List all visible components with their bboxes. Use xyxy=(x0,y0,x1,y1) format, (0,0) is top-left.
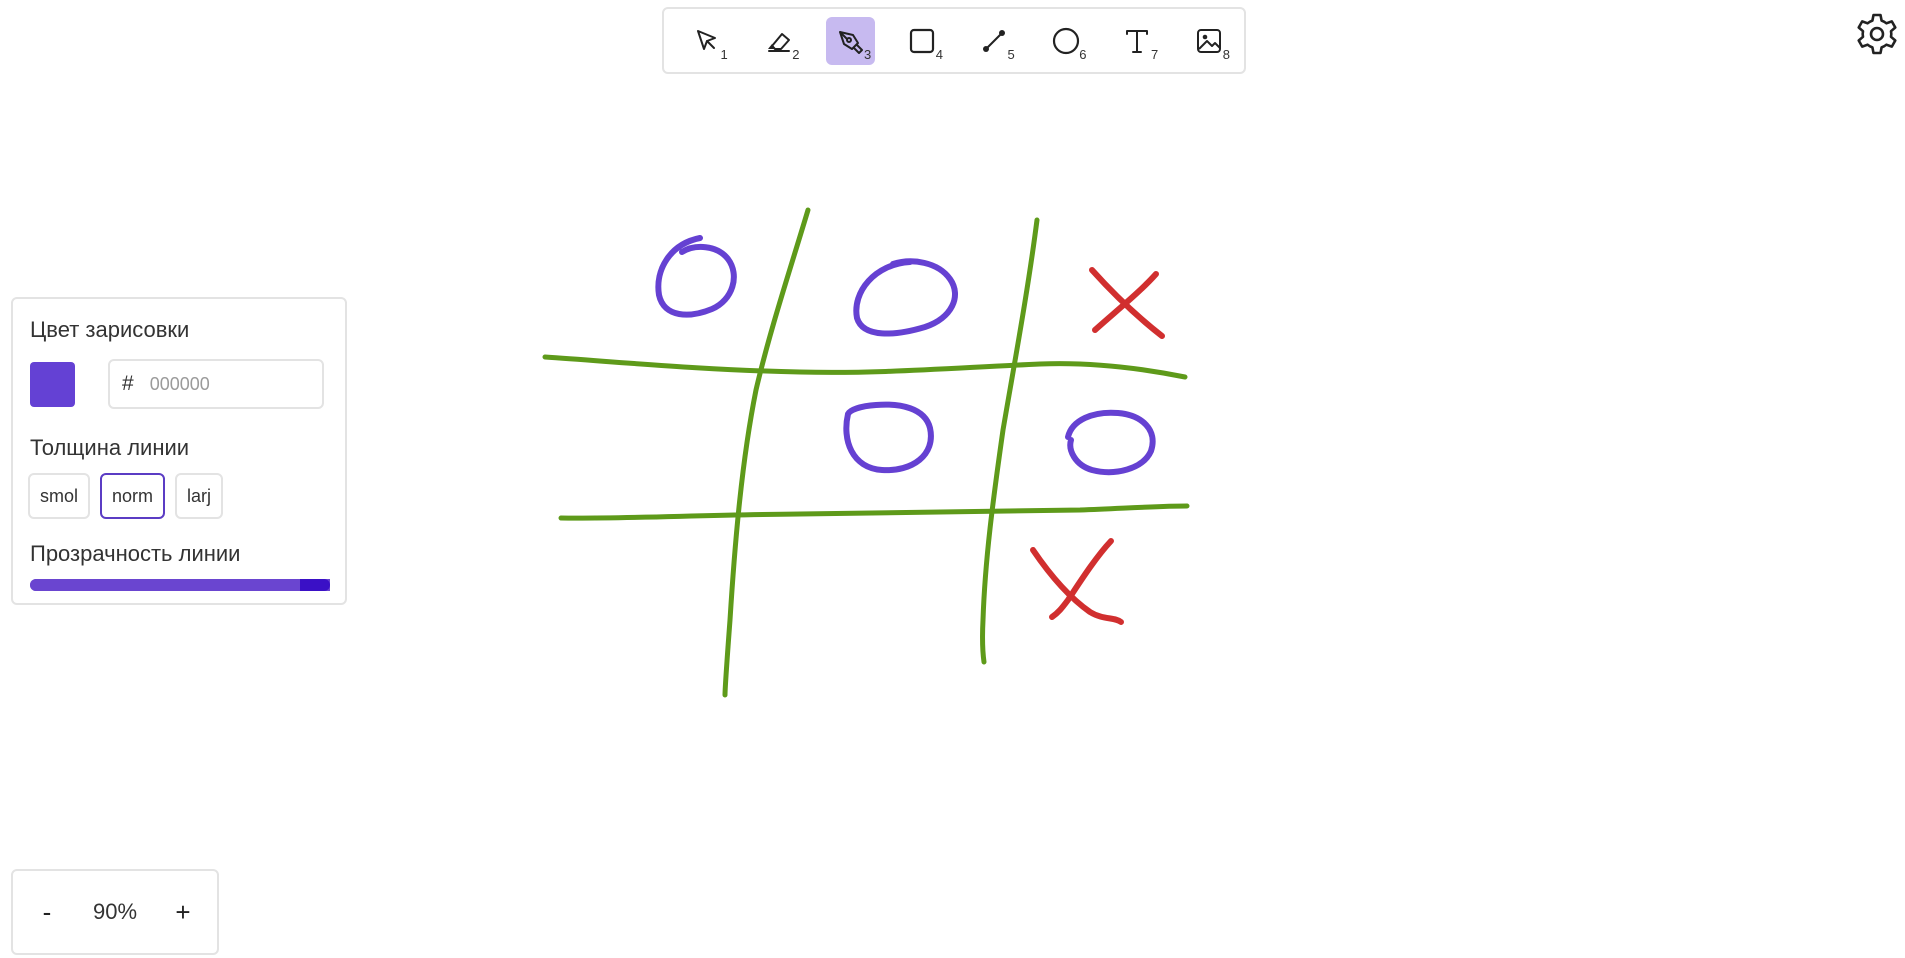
settings-button[interactable] xyxy=(1853,10,1901,58)
o-mark-middle-right xyxy=(1065,409,1156,476)
color-row: # xyxy=(30,359,330,409)
thickness-larj-button[interactable]: larj xyxy=(175,473,224,519)
o-mark-top-left xyxy=(655,235,737,318)
text-t-icon xyxy=(1126,29,1149,53)
eraser-icon xyxy=(767,32,790,52)
hex-hash-label: # xyxy=(122,372,134,395)
tool-select[interactable]: 1 xyxy=(682,17,732,65)
o-mark-top-middle xyxy=(853,258,958,337)
style-panel: Цвет зарисовки # Толщина линии smol norm… xyxy=(11,297,347,605)
image-icon xyxy=(1197,28,1222,53)
square-icon xyxy=(910,28,935,53)
tool-ellipse[interactable]: 6 xyxy=(1041,17,1091,65)
opacity-slider-fill xyxy=(30,579,330,591)
tool-shortcut: 4 xyxy=(935,46,943,62)
pen-nib-icon xyxy=(839,30,864,54)
line-icon xyxy=(982,29,1005,52)
tool-eraser[interactable]: 2 xyxy=(754,17,804,65)
stroke-color-label: Цвет зарисовки xyxy=(30,317,190,342)
line-opacity-label: Прозрачность линии xyxy=(30,541,241,566)
opacity-slider-thumb[interactable] xyxy=(300,579,330,591)
zoom-level: 90% xyxy=(92,899,138,924)
tool-shortcut: 8 xyxy=(1222,46,1230,62)
o-mark-center xyxy=(843,401,934,474)
tool-shortcut: 1 xyxy=(720,46,728,62)
opacity-slider[interactable] xyxy=(30,579,330,591)
circle-icon xyxy=(1052,27,1079,54)
zoom-out-button[interactable]: - xyxy=(31,896,63,929)
hex-color-field: # xyxy=(108,359,324,409)
color-swatch[interactable] xyxy=(30,361,75,407)
thickness-norm-button[interactable]: norm xyxy=(100,473,166,519)
thickness-smol-button[interactable]: smol xyxy=(28,473,91,519)
tool-toolbar: 1 2 3 4 5 6 7 8 xyxy=(662,7,1246,74)
tool-shortcut: 2 xyxy=(792,46,800,62)
tool-image[interactable]: 8 xyxy=(1184,17,1234,65)
tool-text[interactable]: 7 xyxy=(1113,17,1163,65)
grid-horizontal-line-top xyxy=(542,354,1188,380)
tool-shortcut: 5 xyxy=(1007,46,1015,62)
hex-color-input[interactable] xyxy=(147,372,292,396)
line-thickness-label: Толщина линии xyxy=(30,435,190,460)
grid-vertical-line-right xyxy=(980,217,1040,665)
tool-shortcut: 7 xyxy=(1151,46,1159,62)
zoom-in-button[interactable]: + xyxy=(167,896,199,929)
grid-horizontal-line-bottom xyxy=(558,503,1190,521)
thickness-options: smol norm larj xyxy=(28,473,330,519)
cursor-arrow-icon xyxy=(696,29,716,50)
tool-shortcut: 3 xyxy=(864,46,872,62)
tool-rectangle[interactable]: 4 xyxy=(897,17,947,65)
tool-line[interactable]: 5 xyxy=(969,17,1019,65)
tool-pen[interactable]: 3 xyxy=(825,16,876,65)
zoom-controls: - 90% + xyxy=(11,869,219,955)
grid-vertical-line-left xyxy=(722,207,811,698)
tool-shortcut: 6 xyxy=(1079,46,1087,62)
gear-icon xyxy=(1857,13,1897,55)
